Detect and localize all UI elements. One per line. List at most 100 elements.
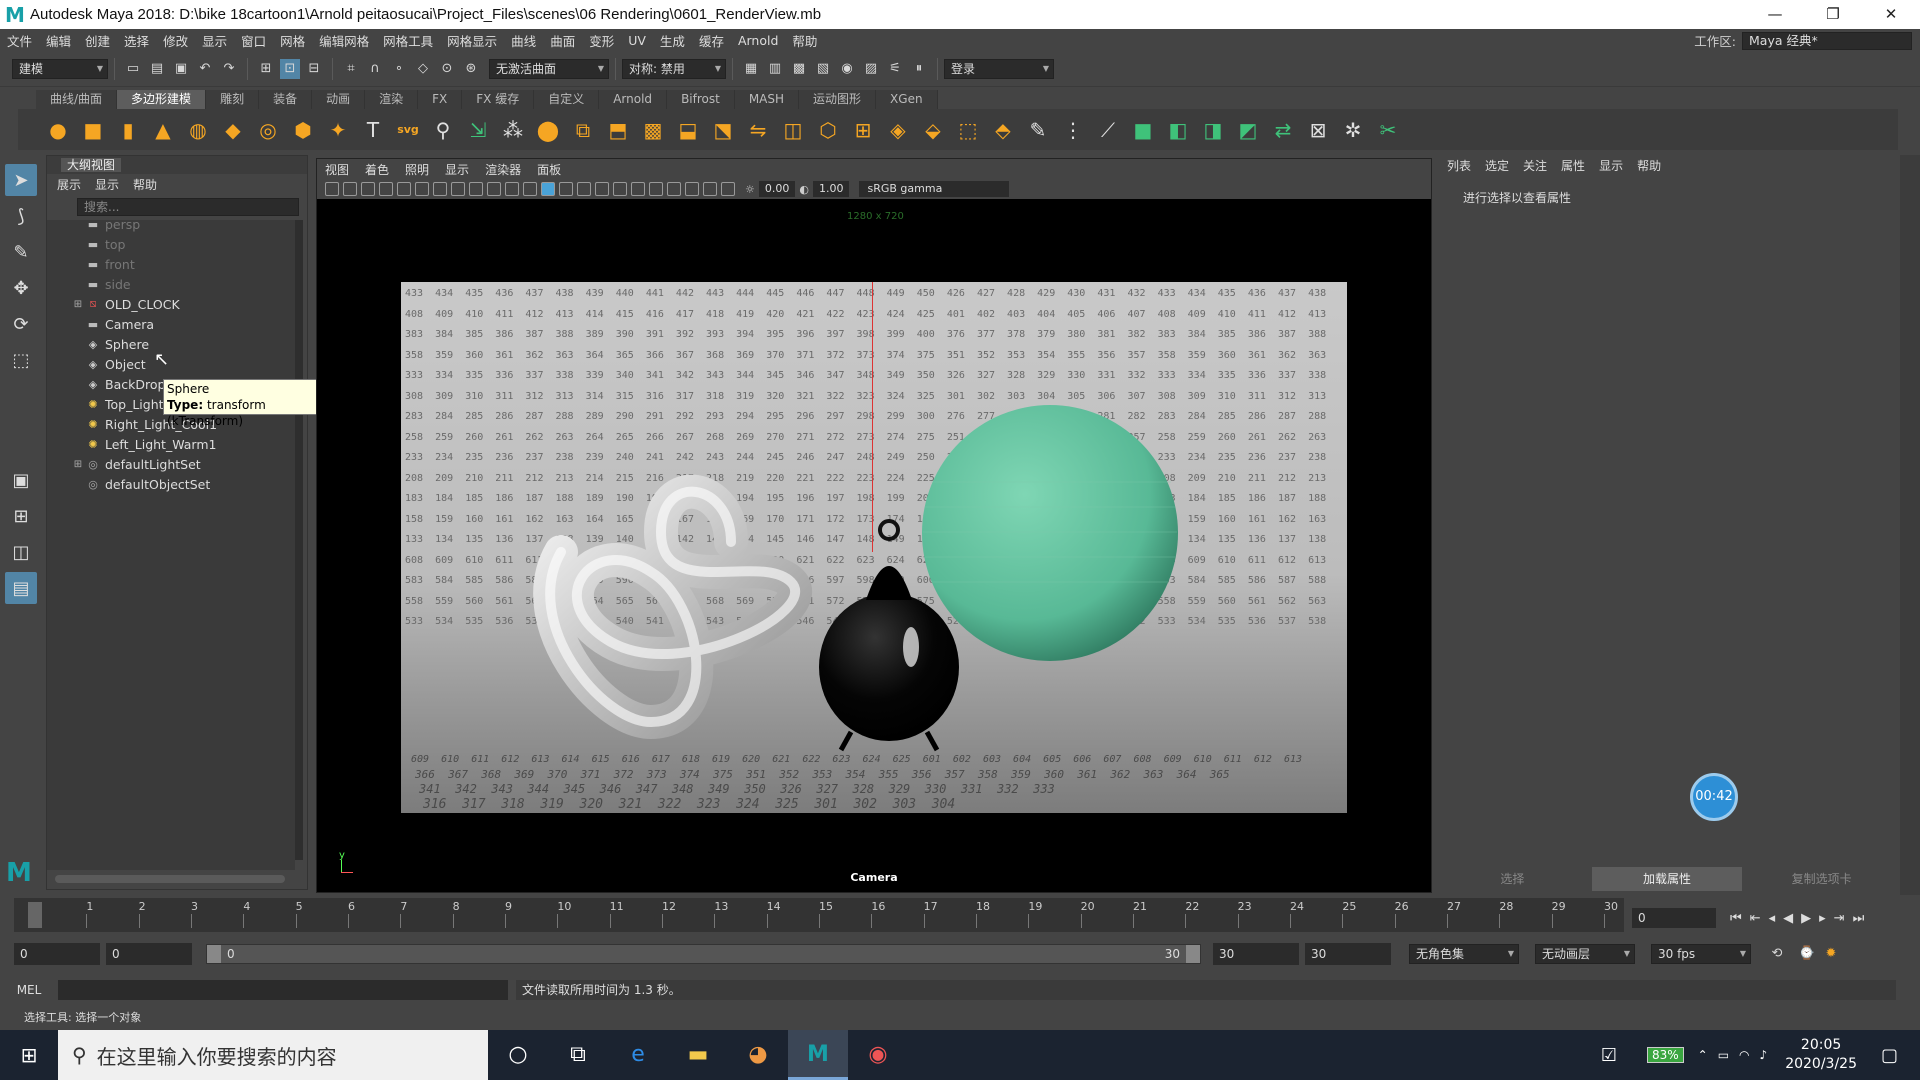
checkbox-tray-icon[interactable]: ☑ (1601, 1045, 1617, 1066)
menu-item[interactable]: 生成 (653, 31, 692, 50)
text-tool-icon[interactable]: T (359, 115, 387, 145)
select-hierarchy-icon[interactable]: ⊞ (256, 59, 276, 79)
outliner-menu-item[interactable]: 显示 (95, 176, 119, 193)
command-input[interactable] (58, 980, 508, 1000)
viewport-menu-item[interactable]: 面板 (537, 161, 561, 178)
menu-item[interactable]: 修改 (156, 31, 195, 50)
shelf-tab[interactable]: 多边形建模 (117, 90, 207, 109)
shadows-icon[interactable] (613, 182, 627, 196)
right-side-tabs[interactable] (1900, 155, 1920, 895)
attribute-editor-button[interactable]: 选择 (1437, 867, 1588, 891)
ambient-occlusion-icon[interactable] (667, 182, 681, 196)
minimize-button[interactable]: — (1746, 0, 1804, 29)
menu-item[interactable]: 编辑网格 (312, 31, 376, 50)
outliner-item[interactable]: ▬ top (47, 234, 295, 254)
taskbar-search-box[interactable]: ⚲ 在这里输入你要搜索的内容 (58, 1030, 488, 1080)
shelf-tab[interactable]: 自定义 (534, 90, 600, 109)
shelf-tab[interactable]: XGen (876, 90, 938, 109)
extrude-icon[interactable]: ⬘ (989, 115, 1017, 145)
select-component-icon[interactable]: ⊟ (304, 59, 324, 79)
viewport-menu-item[interactable]: 照明 (405, 161, 429, 178)
smooth-shade-icon[interactable] (541, 182, 555, 196)
shelf-tab[interactable]: 雕刻 (206, 90, 260, 109)
particle-icon[interactable]: ⁂ (499, 115, 527, 145)
attribute-menu-item[interactable]: 关注 (1523, 157, 1547, 174)
attribute-editor-button[interactable]: 复制选项卡 (1746, 867, 1898, 891)
menu-item[interactable]: 曲线 (504, 31, 543, 50)
bookmark-icon[interactable] (361, 182, 375, 196)
render-settings-icon[interactable]: ▧ (813, 59, 833, 79)
shelf-tab[interactable]: 动画 (312, 90, 366, 109)
shelf-tab[interactable]: MASH (734, 90, 800, 109)
snap-grid-icon[interactable]: ⌗ (341, 59, 361, 79)
poly-cube-icon[interactable]: ■ (79, 115, 107, 145)
outliner-item[interactable]: ✺ Left_Light_Warm1 (47, 434, 295, 454)
menu-item[interactable]: 文件 (0, 31, 39, 50)
field-chart-icon[interactable] (469, 182, 483, 196)
menu-item[interactable]: 网格 (273, 31, 312, 50)
hypershade-icon[interactable]: ◉ (837, 59, 857, 79)
range-bar[interactable]: 0 30 (206, 944, 1201, 964)
layout-icon[interactable]: ✲ (1339, 115, 1367, 145)
rotate-tool-icon[interactable]: ⟳ (5, 308, 37, 340)
film-gate-icon[interactable] (415, 182, 429, 196)
snap-together-icon[interactable]: ⇲ (464, 115, 492, 145)
attribute-menu-item[interactable]: 显示 (1599, 157, 1623, 174)
workspace-dropdown[interactable]: Maya 经典* (1742, 31, 1912, 50)
battery-indicator[interactable]: 83% (1646, 1047, 1684, 1063)
exposure-field[interactable]: 0.00 (758, 181, 796, 197)
outliner-item[interactable]: ◎ defaultObjectSet (47, 474, 295, 494)
animation-prefs-icon[interactable]: ✹ (1821, 944, 1841, 964)
menu-item[interactable]: 曲面 (543, 31, 582, 50)
fill-hole-icon[interactable]: ◫ (779, 115, 807, 145)
anti-aliasing-icon[interactable] (703, 182, 717, 196)
step-back-frame-icon[interactable]: ◂ (1769, 911, 1776, 926)
close-button[interactable]: ✕ (1862, 0, 1920, 29)
wifi-icon[interactable]: ◠ (1739, 1048, 1749, 1062)
anim-start-field[interactable]: 0 (106, 943, 192, 965)
paint-select-icon[interactable]: ✎ (5, 236, 37, 268)
render-view-icon[interactable]: ▦ (741, 59, 761, 79)
end-time-field[interactable]: 30 (1213, 943, 1299, 965)
depth-of-field-icon[interactable] (721, 182, 735, 196)
show-hidden-icons-icon[interactable]: ⌃ (1698, 1048, 1708, 1062)
viewport-menu-item[interactable]: 着色 (365, 161, 389, 178)
cortana-icon[interactable]: ○ (488, 1030, 548, 1080)
snap-plane-icon[interactable]: ◇ (413, 59, 433, 79)
menu-item[interactable]: UV (621, 33, 653, 48)
target-weld-icon[interactable]: ⟋ (1094, 115, 1122, 145)
volume-icon[interactable]: ♪ (1760, 1048, 1768, 1062)
textured-icon[interactable] (577, 182, 591, 196)
outliner-item[interactable]: ◈ Object (47, 354, 295, 374)
poly-disc-icon[interactable]: ◎ (254, 115, 282, 145)
grid-toggle-icon[interactable] (397, 182, 411, 196)
snap-point-icon[interactable]: ∘ (389, 59, 409, 79)
fps-dropdown[interactable]: 30 fps (1651, 944, 1751, 964)
loop-icon[interactable]: ⟲ (1767, 944, 1787, 964)
remesh-icon[interactable]: ⊞ (849, 115, 877, 145)
viewport-menu-item[interactable]: 视图 (325, 161, 349, 178)
gamma-field[interactable]: 1.00 (812, 181, 850, 197)
outliner-item[interactable]: ▬ side (47, 274, 295, 294)
outliner-menu-item[interactable]: 帮助 (133, 176, 157, 193)
safe-title-icon[interactable] (505, 182, 519, 196)
redo-icon[interactable]: ↷ (219, 59, 239, 79)
multi-cut-icon[interactable]: ✎ (1024, 115, 1052, 145)
outliner-menu-item[interactable]: 展示 (57, 176, 81, 193)
single-perspective-view-icon[interactable]: ▣ (5, 464, 37, 496)
poly-torus-icon[interactable]: ◍ (184, 115, 212, 145)
shelf-tab[interactable]: FX (418, 90, 463, 109)
shelf-tab[interactable]: 装备 (259, 90, 313, 109)
notifications-icon[interactable]: ▢ (1881, 1045, 1898, 1066)
symmetry-dropdown[interactable]: 对称: 禁用 (622, 58, 726, 79)
login-dropdown[interactable]: 登录 (944, 58, 1054, 79)
go-to-end-icon[interactable]: ⏭ (1853, 911, 1865, 926)
cylindrical-map-icon[interactable]: ◨ (1199, 115, 1227, 145)
uv-editor-icon[interactable]: ■ (1129, 115, 1157, 145)
bevel-icon[interactable]: ⬙ (919, 115, 947, 145)
outliner-horizontal-scrollbar[interactable] (55, 875, 285, 883)
start-time-field[interactable]: 0 (14, 943, 100, 965)
reduce-icon[interactable]: ⬡ (814, 115, 842, 145)
taskbar-clock[interactable]: 20:05 2020/3/25 (1785, 1036, 1857, 1074)
time-slider[interactable]: 0123456789101112131415161718192021222324… (14, 898, 1624, 932)
